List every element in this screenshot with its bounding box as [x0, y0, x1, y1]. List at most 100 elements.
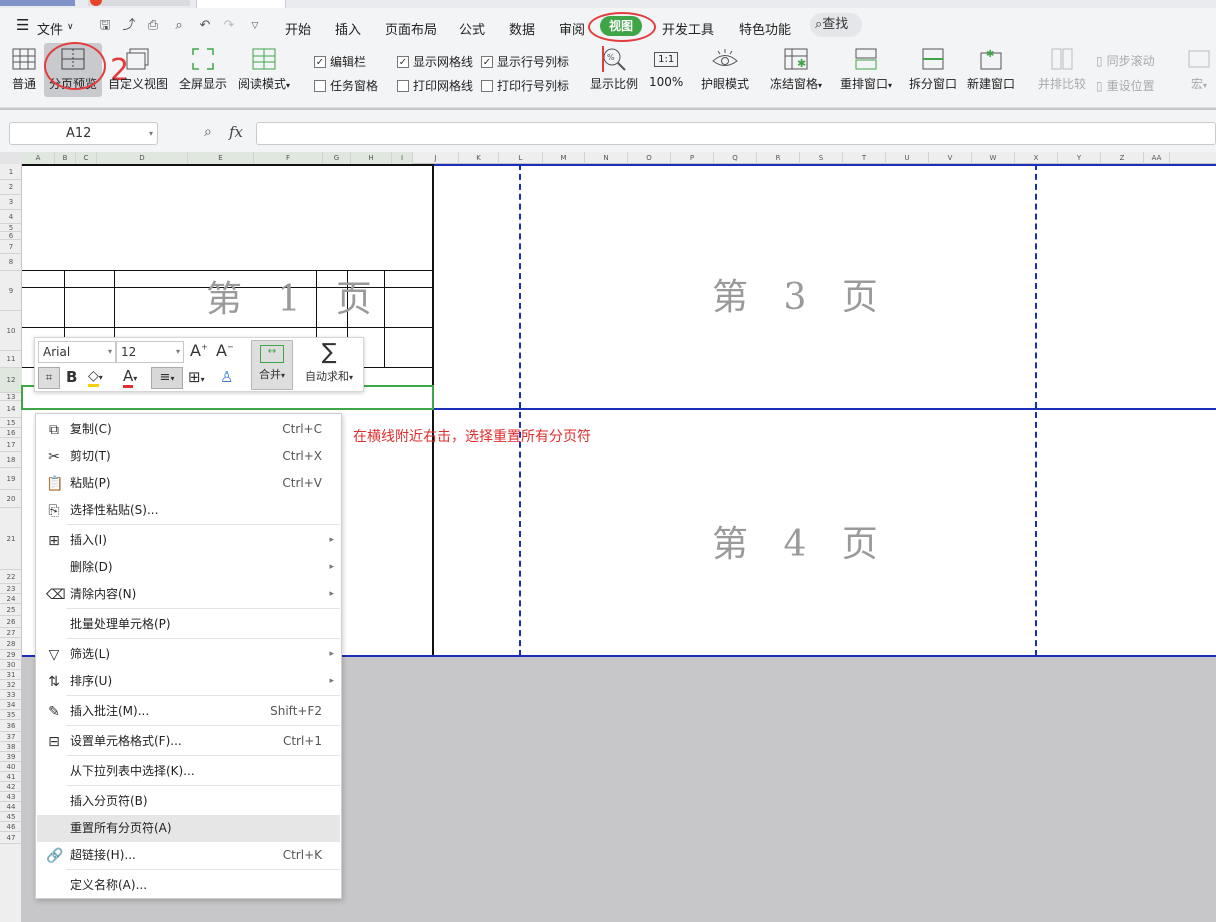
column-header[interactable]: AA	[1144, 152, 1170, 164]
format-cells-icon[interactable]: ⌗	[38, 367, 60, 389]
column-header[interactable]: M	[543, 152, 585, 164]
menu-item-sort[interactable]: ⇅ 排序(U) ▸	[37, 668, 340, 695]
column-header[interactable]: X	[1015, 152, 1058, 164]
split-window-button[interactable]: 拆分窗口	[909, 46, 957, 92]
print-preview-icon[interactable]: ⌕	[172, 19, 186, 33]
eye-mode-button[interactable]: 护眼模式	[701, 46, 749, 92]
column-header[interactable]: E	[188, 152, 254, 164]
row-header[interactable]: 34	[0, 700, 22, 710]
page-break-line[interactable]	[433, 408, 1216, 410]
save-icon[interactable]: 🖫	[98, 19, 112, 33]
column-header[interactable]: B	[55, 152, 76, 164]
column-header[interactable]: L	[499, 152, 543, 164]
document-tab[interactable]	[0, 0, 75, 6]
sync-scroll-button[interactable]: ▯ 同步滚动	[1096, 52, 1155, 69]
file-menu[interactable]: 文件	[37, 19, 63, 38]
row-header[interactable]: 16	[0, 428, 22, 438]
column-header[interactable]: T	[843, 152, 886, 164]
row-header[interactable]: 7	[0, 240, 22, 254]
menu-item-define-name[interactable]: 定义名称(A)...	[37, 872, 340, 899]
menu-item-insert[interactable]: ⊞ 插入(I) ▸	[37, 527, 340, 554]
column-header[interactable]: Z	[1101, 152, 1144, 164]
undo-icon[interactable]: ↶	[198, 19, 212, 33]
tab-insert[interactable]: 插入	[335, 19, 361, 38]
row-header[interactable]: 33	[0, 690, 22, 700]
row-header[interactable]: 5	[0, 224, 22, 232]
custom-view-button[interactable]: 自定义视图	[108, 46, 168, 92]
menu-item-paste[interactable]: 📋 粘贴(P) Ctrl+V	[37, 470, 340, 497]
menu-item-insert-break[interactable]: 插入分页符(B)	[37, 788, 340, 815]
redo-icon[interactable]: ↷	[222, 19, 236, 33]
freeze-panes-button[interactable]: ✱ 冻结窗格▾	[770, 46, 822, 92]
row-header[interactable]: 31	[0, 670, 22, 680]
menu-item-batch[interactable]: 批量处理单元格(P)	[37, 611, 340, 638]
zoom-formula-icon[interactable]: ⌕	[204, 124, 212, 140]
row-header[interactable]: 18	[0, 452, 22, 468]
tab-features[interactable]: 特色功能	[739, 19, 791, 38]
customize-chevron-icon[interactable]: ▽	[248, 19, 262, 33]
row-header[interactable]: 45	[0, 812, 22, 822]
row-header[interactable]: 20	[0, 490, 22, 508]
page-break-dashed[interactable]	[1035, 164, 1037, 656]
row-header[interactable]: 29	[0, 650, 22, 660]
row-header[interactable]: 37	[0, 732, 22, 742]
align-center-icon[interactable]: ≡▾	[151, 367, 183, 389]
menu-item-delete[interactable]: 删除(D) ▸	[37, 554, 340, 581]
row-header[interactable]: 13	[0, 393, 22, 401]
reading-mode-button[interactable]: 阅读模式▾	[238, 46, 290, 92]
row-header[interactable]: 28	[0, 638, 22, 650]
font-color-icon[interactable]: A▾	[123, 367, 137, 388]
border-icon[interactable]: ⊞▾	[188, 368, 205, 386]
column-header[interactable]: C	[76, 152, 97, 164]
column-header[interactable]: K	[459, 152, 499, 164]
document-tab[interactable]	[88, 0, 190, 6]
select-all-corner[interactable]	[0, 152, 22, 164]
menu-item-filter[interactable]: ▽ 筛选(L) ▸	[37, 641, 340, 668]
row-header[interactable]: 38	[0, 742, 22, 752]
row-header[interactable]: 23	[0, 584, 22, 594]
menu-item-clear[interactable]: ⌫ 清除内容(N) ▸	[37, 581, 340, 608]
row-header[interactable]: 25	[0, 604, 22, 616]
tab-review[interactable]: 审阅	[559, 19, 585, 38]
row-header[interactable]: 19	[0, 468, 22, 490]
column-header[interactable]: O	[628, 152, 671, 164]
print-gridlines-checkbox[interactable]: 打印网格线	[397, 77, 473, 94]
fx-icon[interactable]: fx	[229, 123, 243, 141]
formula-input[interactable]	[256, 122, 1216, 145]
format-painter-icon[interactable]: ♙	[220, 368, 233, 386]
row-header[interactable]: 3	[0, 195, 22, 210]
reset-position-button[interactable]: ▯ 重设位置	[1096, 77, 1155, 94]
row-header[interactable]: 4	[0, 210, 22, 224]
font-select[interactable]: Arial ▾	[38, 341, 116, 363]
column-header[interactable]: U	[886, 152, 929, 164]
column-header[interactable]: V	[929, 152, 972, 164]
menu-item-copy[interactable]: ⧉ 复制(C) Ctrl+C	[37, 416, 340, 443]
row-header[interactable]: 1	[0, 164, 22, 180]
column-header[interactable]: A	[22, 152, 55, 164]
column-header[interactable]: Y	[1058, 152, 1101, 164]
row-header[interactable]: 10	[0, 311, 22, 351]
normal-view-button[interactable]: 普通	[11, 46, 37, 92]
menu-item-hyperlink[interactable]: 🔗 超链接(H)... Ctrl+K	[37, 842, 340, 869]
row-header[interactable]: 15	[0, 418, 22, 428]
fullscreen-button[interactable]: 全屏显示	[179, 46, 227, 92]
column-header[interactable]: I	[392, 152, 413, 164]
new-window-button[interactable]: ✱ 新建窗口	[967, 46, 1015, 92]
column-header[interactable]: W	[972, 152, 1015, 164]
autosum-button[interactable]: ∑ 自动求和▾	[299, 340, 359, 390]
zoom-button[interactable]: % 显示比例	[590, 46, 638, 92]
menu-item-cut[interactable]: ✂ 剪切(T) Ctrl+X	[37, 443, 340, 470]
export-icon[interactable]: ⤴	[122, 19, 136, 33]
row-header[interactable]: 43	[0, 792, 22, 802]
decrease-font-icon[interactable]: A−	[216, 341, 234, 360]
row-header[interactable]: 22	[0, 570, 22, 584]
page-break-line[interactable]	[433, 164, 1216, 166]
row-header[interactable]: 8	[0, 254, 22, 271]
zoom-100-button[interactable]: 1:1 100%	[649, 46, 683, 89]
row-header[interactable]: 14	[0, 401, 22, 418]
column-header[interactable]: S	[800, 152, 843, 164]
menu-item-pick-list[interactable]: 从下拉列表中选择(K)...	[37, 758, 340, 785]
column-header[interactable]: N	[585, 152, 628, 164]
tab-page-layout[interactable]: 页面布局	[385, 19, 437, 38]
column-header[interactable]: H	[351, 152, 392, 164]
